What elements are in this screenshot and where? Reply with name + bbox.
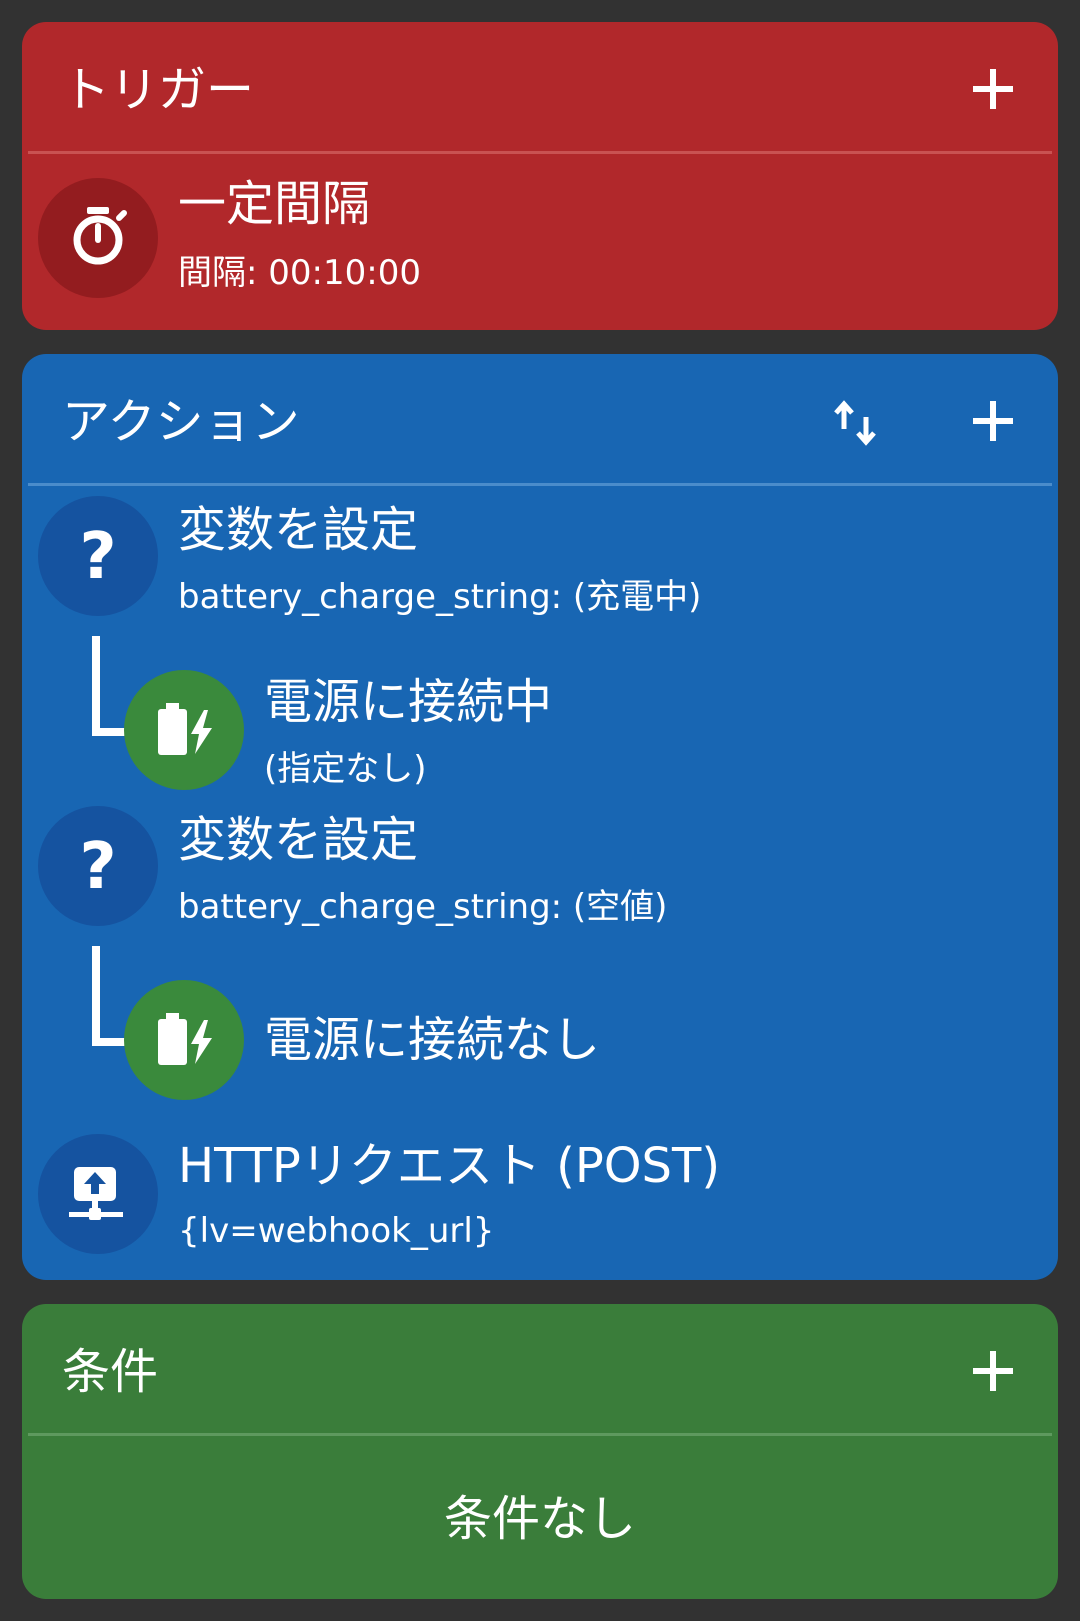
no-conditions-label: 条件なし <box>443 1491 636 1547</box>
action-constraint-power-connected[interactable]: 電源に接続中 (指定なし) <box>122 670 1058 800</box>
add-condition-button[interactable] <box>973 1351 1013 1391</box>
constraint-title: 電源に接続なし <box>264 1012 601 1068</box>
action-item-subtitle: {lv=webhook_url} <box>178 1211 495 1251</box>
action-item-title: 変数を設定 <box>178 812 419 868</box>
action-divider <box>28 483 1052 486</box>
question-icon: ? <box>38 806 158 926</box>
action-title: アクション <box>62 394 300 450</box>
action-item-title: 変数を設定 <box>178 502 419 558</box>
add-action-button[interactable] <box>973 401 1013 441</box>
condition-divider <box>28 1433 1052 1436</box>
action-header: アクション <box>22 354 1058 484</box>
trigger-title: トリガー <box>62 62 255 118</box>
trigger-item-title: 一定間隔 <box>178 176 371 232</box>
trigger-item-subtitle: 間隔: 00:10:00 <box>178 253 421 293</box>
action-item-subtitle: battery_charge_string: (充電中) <box>178 577 702 617</box>
trigger-header: トリガー <box>22 22 1058 152</box>
action-item-subtitle: battery_charge_string: (空値) <box>178 887 668 927</box>
constraint-title: 電源に接続中 <box>264 674 553 730</box>
action-item-title: HTTPリクエスト (POST) <box>178 1138 721 1194</box>
svg-text:?: ? <box>79 830 116 904</box>
battery-charging-icon <box>124 670 244 790</box>
action-constraint-power-disconnected[interactable]: 電源に接続なし <box>122 980 1058 1110</box>
condition-title: 条件 <box>62 1344 159 1400</box>
battery-charging-icon <box>124 980 244 1100</box>
add-trigger-button[interactable] <box>973 69 1013 109</box>
action-item-set-variable-2[interactable]: ? 変数を設定 battery_charge_string: (空値) <box>22 806 1058 946</box>
action-item-http-request[interactable]: HTTPリクエスト (POST) {lv=webhook_url} <box>22 1134 1058 1274</box>
trigger-section: トリガー 一定間隔 間隔: 00:10:00 <box>22 22 1058 330</box>
action-section: アクション ? 変数を設定 battery_charge_string: (充電… <box>22 354 1058 1280</box>
action-item-set-variable-1[interactable]: ? 変数を設定 battery_charge_string: (充電中) <box>22 496 1058 636</box>
trigger-divider <box>28 151 1052 154</box>
stopwatch-icon <box>38 178 158 298</box>
network-upload-icon <box>38 1134 158 1254</box>
condition-section: 条件 条件なし <box>22 1304 1058 1599</box>
constraint-subtitle: (指定なし) <box>264 749 427 789</box>
condition-header: 条件 <box>22 1304 1058 1434</box>
svg-text:?: ? <box>79 520 116 594</box>
question-icon: ? <box>38 496 158 616</box>
sort-icon[interactable] <box>834 399 878 447</box>
trigger-item-interval[interactable]: 一定間隔 間隔: 00:10:00 <box>22 162 1058 322</box>
